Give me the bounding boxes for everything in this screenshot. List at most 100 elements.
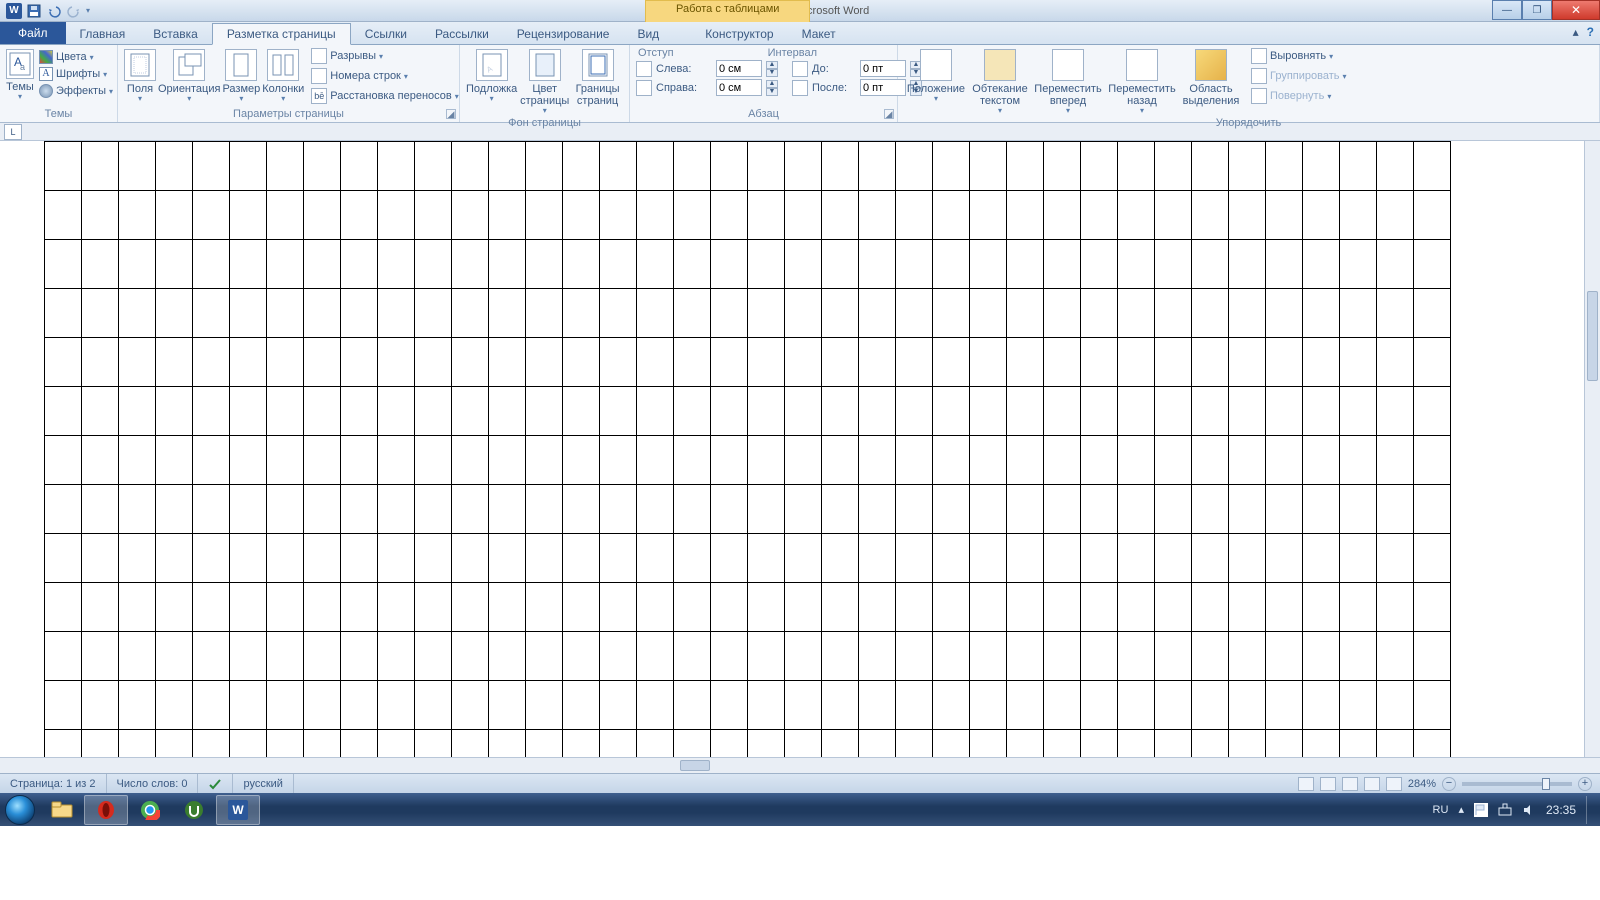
table-cell[interactable] (637, 485, 674, 534)
table-cell[interactable] (230, 338, 267, 387)
table-cell[interactable] (748, 142, 785, 191)
indent-right-up[interactable]: ▲ (766, 80, 778, 88)
table-cell[interactable] (45, 681, 82, 730)
tab-file[interactable]: Файл (0, 22, 66, 44)
table-cell[interactable] (1081, 191, 1118, 240)
table-cell[interactable] (193, 191, 230, 240)
table-cell[interactable] (1192, 632, 1229, 681)
table-cell[interactable] (600, 436, 637, 485)
table-cell[interactable] (674, 730, 711, 758)
table-cell[interactable] (896, 191, 933, 240)
table-cell[interactable] (1229, 289, 1266, 338)
table-cell[interactable] (119, 485, 156, 534)
table-cell[interactable] (1007, 142, 1044, 191)
table-cell[interactable] (378, 387, 415, 436)
theme-colors-button[interactable]: Цвета▾ (36, 49, 116, 65)
table-cell[interactable] (1118, 632, 1155, 681)
table-cell[interactable] (45, 142, 82, 191)
table-cell[interactable] (563, 730, 600, 758)
table-cell[interactable] (1192, 681, 1229, 730)
table-cell[interactable] (378, 681, 415, 730)
table-cell[interactable] (489, 338, 526, 387)
tray-clock[interactable]: 23:35 (1546, 803, 1576, 817)
table-cell[interactable] (970, 485, 1007, 534)
table-cell[interactable] (711, 191, 748, 240)
table-cell[interactable] (526, 485, 563, 534)
indent-left-up[interactable]: ▲ (766, 61, 778, 69)
table-cell[interactable] (1303, 240, 1340, 289)
table-cell[interactable] (933, 142, 970, 191)
start-button[interactable] (0, 794, 40, 826)
table-cell[interactable] (970, 387, 1007, 436)
minimize-button[interactable]: — (1492, 0, 1522, 20)
status-word-count[interactable]: Число слов: 0 (107, 774, 199, 793)
table-cell[interactable] (267, 142, 304, 191)
table-cell[interactable] (785, 681, 822, 730)
table-cell[interactable] (563, 387, 600, 436)
table-cell[interactable] (748, 534, 785, 583)
table-cell[interactable] (378, 534, 415, 583)
table-cell[interactable] (267, 240, 304, 289)
table-cell[interactable] (1414, 142, 1451, 191)
table-cell[interactable] (1266, 485, 1303, 534)
table-cell[interactable] (452, 387, 489, 436)
table-cell[interactable] (267, 681, 304, 730)
table-cell[interactable] (859, 240, 896, 289)
table-cell[interactable] (674, 338, 711, 387)
position-button[interactable]: Положение▾ (904, 47, 968, 104)
table-cell[interactable] (600, 338, 637, 387)
table-cell[interactable] (1229, 632, 1266, 681)
table-cell[interactable] (341, 142, 378, 191)
table-cell[interactable] (1229, 583, 1266, 632)
redo-icon[interactable] (66, 3, 82, 19)
table-cell[interactable] (896, 632, 933, 681)
table-cell[interactable] (1192, 436, 1229, 485)
table-cell[interactable] (933, 436, 970, 485)
table-cell[interactable] (970, 632, 1007, 681)
table-cell[interactable] (1340, 142, 1377, 191)
margins-button[interactable]: Поля▾ (124, 47, 156, 104)
table-cell[interactable] (1303, 583, 1340, 632)
themes-button[interactable]: Aa Темы▾ (6, 47, 34, 102)
table-cell[interactable] (1044, 289, 1081, 338)
table-cell[interactable] (1192, 583, 1229, 632)
table-cell[interactable] (896, 387, 933, 436)
table-cell[interactable] (230, 681, 267, 730)
table-cell[interactable] (970, 681, 1007, 730)
table-cell[interactable] (1303, 436, 1340, 485)
tab-table-layout[interactable]: Макет (788, 24, 850, 44)
table-cell[interactable] (1414, 436, 1451, 485)
table-cell[interactable] (637, 436, 674, 485)
table-cell[interactable] (1081, 436, 1118, 485)
table-cell[interactable] (1340, 338, 1377, 387)
table-cell[interactable] (822, 436, 859, 485)
table-cell[interactable] (45, 436, 82, 485)
tab-page-layout[interactable]: Разметка страницы (212, 23, 351, 45)
indent-right-input[interactable] (716, 79, 762, 96)
page-setup-dialog-launcher[interactable]: ◢ (446, 109, 456, 119)
table-cell[interactable] (1081, 730, 1118, 758)
table-cell[interactable] (230, 142, 267, 191)
table-cell[interactable] (193, 534, 230, 583)
table-cell[interactable] (415, 730, 452, 758)
table-cell[interactable] (489, 142, 526, 191)
table-cell[interactable] (1044, 730, 1081, 758)
table-cell[interactable] (489, 681, 526, 730)
table-cell[interactable] (193, 338, 230, 387)
table-cell[interactable] (1044, 534, 1081, 583)
table-cell[interactable] (415, 681, 452, 730)
table-cell[interactable] (563, 289, 600, 338)
table-cell[interactable] (674, 387, 711, 436)
table-cell[interactable] (637, 191, 674, 240)
table-cell[interactable] (674, 485, 711, 534)
table-cell[interactable] (1266, 142, 1303, 191)
table-cell[interactable] (896, 681, 933, 730)
table-cell[interactable] (1192, 485, 1229, 534)
table-cell[interactable] (304, 534, 341, 583)
table-cell[interactable] (1044, 681, 1081, 730)
table-cell[interactable] (1340, 289, 1377, 338)
table-cell[interactable] (600, 387, 637, 436)
table-cell[interactable] (822, 534, 859, 583)
table-cell[interactable] (1414, 289, 1451, 338)
table-cell[interactable] (1303, 191, 1340, 240)
